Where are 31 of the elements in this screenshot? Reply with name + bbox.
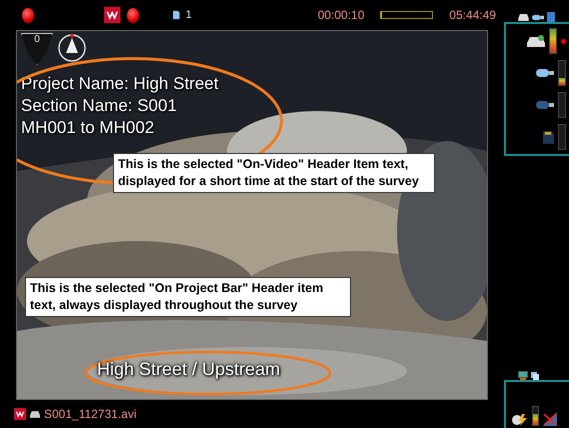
elapsed-time: 00:00:10 — [318, 8, 364, 22]
compass-icon — [57, 33, 87, 63]
storage-meter — [558, 124, 566, 150]
file-name: S001_112731.avi — [44, 407, 137, 421]
drive-icon — [30, 410, 40, 418]
no-signal-icon — [543, 412, 557, 426]
record-indicator-icon — [126, 8, 139, 22]
video-header-line: Project Name: High Street — [21, 73, 218, 95]
usb-stick-icon — [536, 100, 554, 110]
sd-card-icon — [543, 130, 554, 144]
storage-meter — [558, 92, 566, 118]
sd-card-icon — [547, 12, 555, 22]
video-header-line: Section Name: S001 — [21, 95, 178, 117]
callout-note: This is the selected "On Project Bar" Header item text, always displayed throughout the survey — [25, 277, 351, 317]
record-indicator-icon — [22, 8, 34, 22]
callout-note: This is the selected "On-Video" Header Item text, displayed for a short time at the start of the survey — [113, 153, 435, 193]
alert-dot-icon — [561, 38, 566, 44]
document-icon — [173, 10, 180, 20]
page-number: 1 — [186, 9, 192, 21]
total-time: 05:44:49 — [449, 8, 496, 22]
power-plug-icon — [512, 414, 528, 426]
usb-stick-icon — [532, 14, 544, 20]
copy-icon — [531, 372, 539, 380]
logo-icon — [14, 408, 26, 420]
usb-stick-icon — [536, 68, 554, 78]
drive-icon — [518, 14, 529, 20]
monitor-icon — [518, 371, 528, 380]
project-bar-text: High Street / Upstream — [97, 359, 280, 380]
logo-icon — [104, 5, 121, 25]
drive-icon — [527, 35, 545, 47]
video-header-line: MH001 to MH002 — [21, 117, 156, 139]
